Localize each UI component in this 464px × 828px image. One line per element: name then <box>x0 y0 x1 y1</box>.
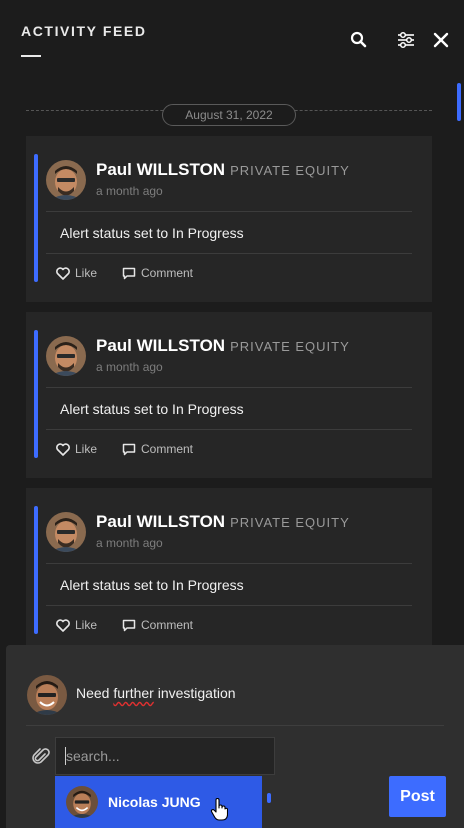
post-message: Alert status set to In Progress <box>60 225 244 241</box>
author-name[interactable]: Paul WILLSTON PRIVATE EQUITY <box>96 512 350 532</box>
mention-suggestion[interactable]: Nicolas JUNG <box>55 776 262 828</box>
post-button[interactable]: Post <box>389 776 446 817</box>
author-avatar <box>46 160 86 200</box>
like-label: Like <box>75 618 98 632</box>
comment-button[interactable]: Comment <box>122 442 193 456</box>
panel-header: ACTIVITY FEED <box>0 0 464 80</box>
comment-button[interactable]: Comment <box>122 618 193 632</box>
title-underline <box>21 55 41 57</box>
like-button[interactable]: Like <box>56 266 97 280</box>
search-icon[interactable] <box>349 30 369 50</box>
post-time: a month ago <box>96 536 163 550</box>
heart-icon <box>56 266 70 280</box>
card-divider <box>46 211 412 212</box>
comment-label: Comment <box>141 266 194 280</box>
author-avatar <box>46 336 86 376</box>
author-department: PRIVATE EQUITY <box>230 163 350 178</box>
close-icon[interactable] <box>431 30 451 50</box>
comment-icon <box>122 619 136 631</box>
post-message: Alert status set to In Progress <box>60 577 244 593</box>
activity-card: Paul WILLSTON PRIVATE EQUITY a month ago … <box>26 136 432 302</box>
feed-scrollbar[interactable] <box>457 83 461 121</box>
suggestion-avatar <box>66 786 98 818</box>
card-accent-bar <box>34 506 38 634</box>
card-divider <box>46 563 412 564</box>
comment-button[interactable]: Comment <box>122 266 193 280</box>
like-button[interactable]: Like <box>56 442 97 456</box>
suggestion-name: Nicolas JUNG <box>108 794 201 810</box>
card-divider <box>46 387 412 388</box>
date-separator: August 31, 2022 <box>26 104 432 126</box>
heart-icon <box>56 442 70 456</box>
page-title: ACTIVITY FEED <box>21 23 147 39</box>
author-name[interactable]: Paul WILLSTON PRIVATE EQUITY <box>96 336 350 356</box>
comment-icon <box>122 267 136 279</box>
post-time: a month ago <box>96 360 163 374</box>
card-accent-bar <box>34 330 38 458</box>
card-divider <box>46 429 412 430</box>
like-label: Like <box>75 442 98 456</box>
comment-label: Comment <box>141 618 194 632</box>
author-name[interactable]: Paul WILLSTON PRIVATE EQUITY <box>96 160 350 180</box>
comment-label: Comment <box>141 442 194 456</box>
author-department: PRIVATE EQUITY <box>230 339 350 354</box>
misspelled-word: further <box>113 685 154 701</box>
post-time: a month ago <box>96 184 163 198</box>
filter-sliders-icon[interactable] <box>396 30 416 50</box>
post-message: Alert status set to In Progress <box>60 401 244 417</box>
activity-card: Paul WILLSTON PRIVATE EQUITY a month ago … <box>26 488 432 654</box>
like-label: Like <box>75 266 98 280</box>
suggestion-scrollbar[interactable] <box>267 793 271 803</box>
comment-icon <box>122 443 136 455</box>
comment-draft-text[interactable]: Need further investigation <box>76 685 236 701</box>
card-divider <box>46 605 412 606</box>
heart-icon <box>56 618 70 632</box>
comment-composer: Need further investigation Nicolas JUNG … <box>6 645 464 828</box>
paperclip-icon[interactable] <box>32 747 50 767</box>
date-pill: August 31, 2022 <box>162 104 296 126</box>
hand-pointer-icon <box>210 798 228 821</box>
like-button[interactable]: Like <box>56 618 97 632</box>
mention-search-input[interactable] <box>56 738 274 774</box>
composer-divider <box>26 725 444 726</box>
text-caret <box>65 747 66 765</box>
mention-search <box>55 737 275 775</box>
current-user-avatar <box>27 675 67 715</box>
card-accent-bar <box>34 154 38 282</box>
card-divider <box>46 253 412 254</box>
author-avatar <box>46 512 86 552</box>
activity-card: Paul WILLSTON PRIVATE EQUITY a month ago … <box>26 312 432 478</box>
author-department: PRIVATE EQUITY <box>230 515 350 530</box>
